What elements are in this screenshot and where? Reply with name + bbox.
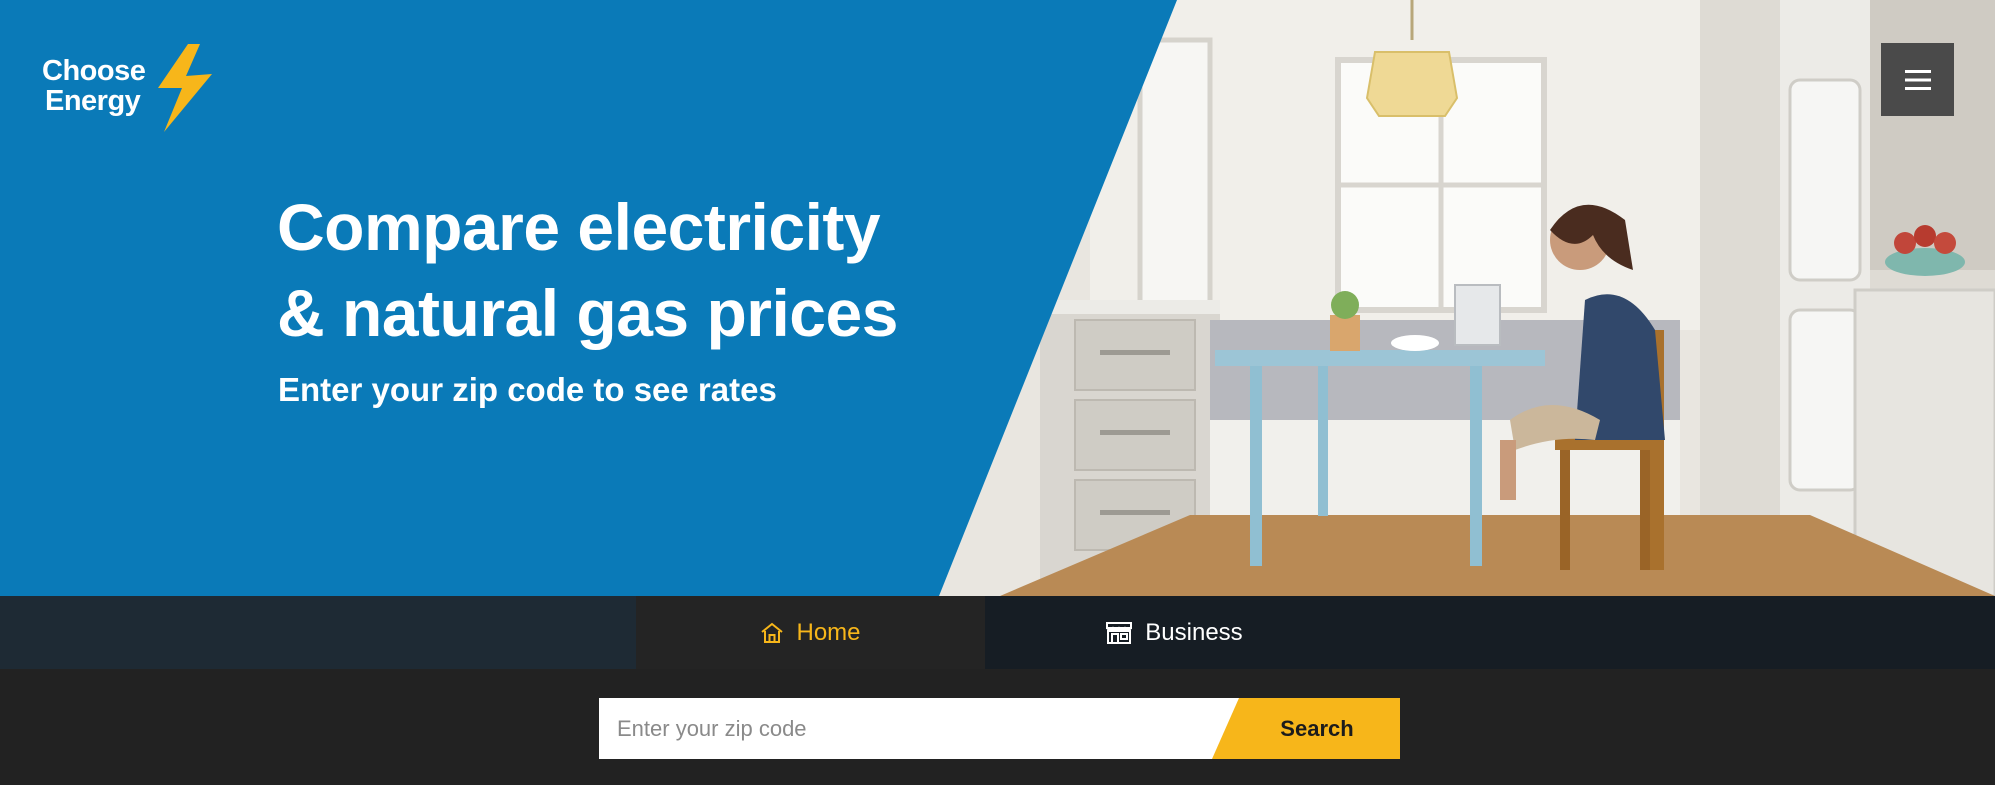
tab-home-label: Home [796,618,861,646]
customer-type-tabs: Home Business [0,596,1995,669]
lightning-bolt-icon [158,44,212,132]
hero-subheadline: Enter your zip code to see rates [278,371,777,408]
logo-line-1: Choose [42,55,146,87]
storefront-icon [1106,621,1133,644]
logo[interactable]: Choose Energy [42,44,222,134]
house-icon [761,622,784,643]
headline-line-2: & natural gas prices [277,276,898,350]
search-button[interactable]: Search [1212,698,1400,759]
logo-wordmark: Choose Energy [42,55,146,117]
tab-home[interactable]: Home [636,596,985,669]
tab-business-label: Business [1145,618,1243,646]
tabs-bar-left-fill [0,596,636,669]
menu-button[interactable] [1881,43,1954,116]
hero-headline: Compare electricity & natural gas prices [277,184,898,356]
hero-section: Choose Energy Compare electricity & natu… [0,0,1995,596]
tab-business[interactable]: Business [985,596,1363,669]
hamburger-icon [1904,69,1931,90]
zip-search-bar: Search [0,669,1995,785]
search-button-label: Search [1280,715,1354,741]
headline-line-1: Compare electricity [277,190,881,264]
zip-code-input[interactable] [599,698,1239,759]
logo-line-2: Energy [45,85,141,117]
